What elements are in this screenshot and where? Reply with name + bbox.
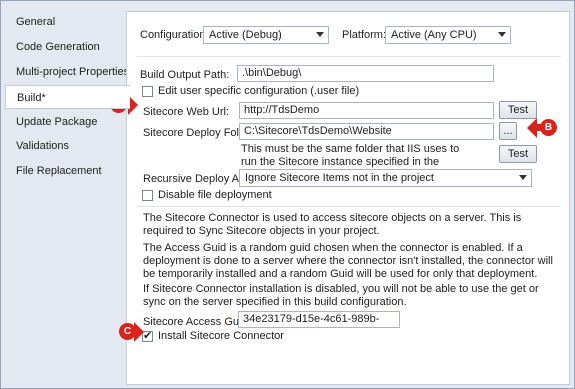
platform-value: Active (Any CPU) bbox=[391, 29, 477, 41]
disable-file-deployment-checkbox[interactable] bbox=[142, 190, 153, 201]
sitecore-access-guid-label: Sitecore Access Guid: bbox=[143, 316, 251, 328]
configuration-value: Active (Debug) bbox=[209, 29, 282, 41]
build-settings-panel: Configuration: Active (Debug) Platform: … bbox=[126, 11, 570, 385]
build-output-path-label: Build Output Path: bbox=[140, 69, 230, 81]
connector-disabled-note: If Sitecore Connector installation is di… bbox=[143, 283, 539, 308]
tab-general[interactable]: General bbox=[5, 10, 127, 34]
configuration-select[interactable]: Active (Debug) bbox=[203, 26, 329, 44]
sitecore-web-url-input[interactable]: http://TdsDemo bbox=[239, 102, 494, 119]
tab-validations[interactable]: Validations bbox=[5, 134, 127, 158]
web-url-test-button[interactable]: Test bbox=[499, 101, 537, 119]
access-guid-description: The Access Guid is a random guid chosen … bbox=[143, 242, 553, 280]
recursive-deploy-action-value: Ignore Sitecore Items not in the project bbox=[245, 172, 434, 184]
install-sitecore-connector-label: Install Sitecore Connector bbox=[158, 330, 284, 342]
chevron-down-icon bbox=[498, 32, 506, 37]
configuration-label: Configuration: bbox=[140, 29, 209, 41]
callout-b-badge: B bbox=[540, 119, 557, 136]
tab-multi-project-properties[interactable]: Multi-project Properties bbox=[5, 60, 129, 84]
build-output-path-input[interactable]: .\bin\Debug\ bbox=[237, 65, 494, 82]
browse-folder-button[interactable]: ... bbox=[499, 122, 517, 140]
platform-select[interactable]: Active (Any CPU) bbox=[385, 26, 511, 44]
edit-user-config-checkbox[interactable] bbox=[142, 86, 153, 97]
tab-file-replacement[interactable]: File Replacement bbox=[5, 159, 127, 183]
tab-build[interactable]: Build* bbox=[5, 85, 130, 109]
sitecore-web-url-label: Sitecore Web Url: bbox=[143, 106, 229, 118]
sitecore-deploy-folder-input[interactable]: C:\Sitecore\TdsDemo\Website bbox=[239, 123, 494, 140]
deploy-folder-test-button[interactable]: Test bbox=[499, 145, 537, 163]
property-tabs-sidebar: General Code Generation Multi-project Pr… bbox=[5, 9, 130, 385]
callout-c-arrow: C bbox=[112, 322, 144, 342]
project-properties-window: General Code Generation Multi-project Pr… bbox=[0, 0, 575, 389]
callout-b-arrow: B bbox=[527, 118, 561, 138]
tab-code-generation[interactable]: Code Generation bbox=[5, 35, 127, 59]
sitecore-access-guid-input[interactable]: 34e23179-d15e-4c61-989b-d87cb6940fd8 bbox=[238, 311, 400, 328]
divider bbox=[137, 56, 561, 57]
recursive-deploy-action-select[interactable]: Ignore Sitecore Items not in the project bbox=[239, 169, 532, 187]
edit-user-config-label: Edit user specific configuration (.user … bbox=[158, 85, 360, 97]
chevron-down-icon bbox=[316, 32, 324, 37]
connector-description: The Sitecore Connector is used to access… bbox=[143, 212, 522, 237]
chevron-down-icon bbox=[519, 175, 527, 180]
platform-label: Platform: bbox=[342, 29, 387, 41]
divider bbox=[137, 206, 561, 207]
disable-file-deployment-label: Disable file deployment bbox=[158, 189, 272, 201]
